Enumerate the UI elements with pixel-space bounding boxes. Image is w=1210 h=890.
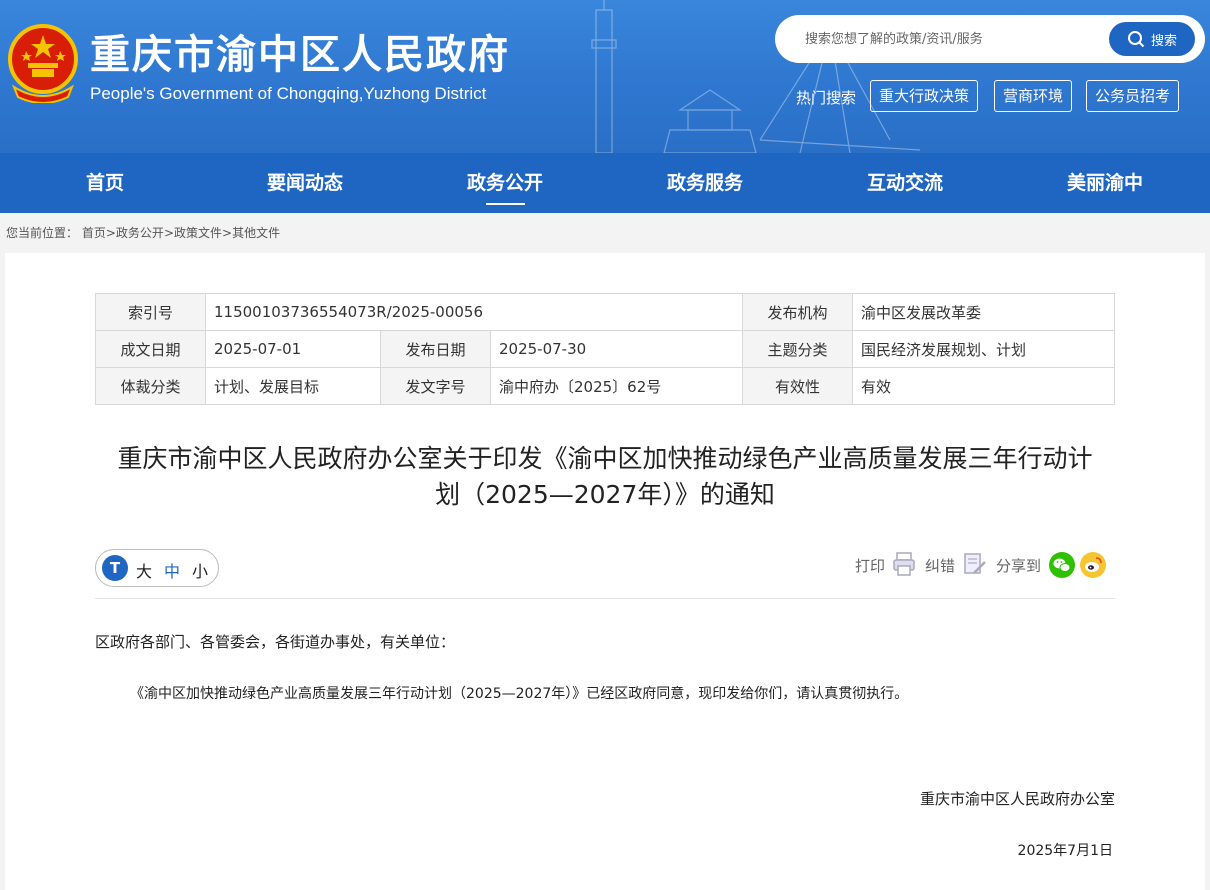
meta-label: 主题分类 [742, 330, 853, 368]
meta-written-date: 2025-07-01 [205, 330, 381, 368]
breadcrumb-separator: > [105, 226, 116, 240]
breadcrumb-home[interactable]: 首页 [82, 226, 106, 240]
correct-button[interactable]: 纠错 [925, 555, 955, 576]
nav-active-indicator [486, 203, 525, 205]
meta-topic: 国民经济发展规划、计划 [852, 330, 1115, 368]
hot-link-business-environment[interactable]: 营商环境 [994, 80, 1073, 112]
table-row: 成文日期 2025-07-01 发布日期 2025-07-30 主题分类 国民经… [95, 330, 1115, 368]
page-title: 重庆市渝中区人民政府办公室关于印发《渝中区加快推动绿色产业高质量发展三年行动计 … [95, 441, 1115, 513]
breadcrumb: 您当前位置： 首页>政务公开>政策文件>其他文件 [0, 213, 1210, 253]
wechat-icon[interactable] [1049, 552, 1075, 578]
meta-label: 发文字号 [380, 367, 491, 405]
print-label: 打印 [855, 557, 886, 575]
font-size-icon: T [102, 555, 128, 581]
search-button[interactable]: 搜索 [1109, 22, 1195, 56]
nav-item-interaction[interactable]: 互动交流 [845, 153, 965, 213]
search-box: 搜索 [775, 15, 1205, 63]
breadcrumb-policy-documents[interactable]: 政策文件 [174, 226, 222, 240]
breadcrumb-separator: > [222, 226, 233, 240]
share-label: 分享到 [996, 557, 1042, 575]
meta-label: 发布日期 [380, 330, 491, 368]
meta-publish-date: 2025-07-30 [490, 330, 743, 368]
table-row: 体裁分类 计划、发展目标 发文字号 渝中府办〔2025〕62号 有效性 有效 [95, 367, 1115, 405]
meta-label: 有效性 [742, 367, 853, 405]
weibo-icon[interactable] [1080, 552, 1106, 578]
site-subtitle: People's Government of Chongqing,Yuzhong… [90, 84, 487, 103]
search-button-label: 搜索 [1150, 33, 1177, 49]
site-title: 重庆市渝中区人民政府 [90, 32, 510, 78]
nav-item-news[interactable]: 要闻动态 [245, 153, 365, 213]
hot-search-label: 热门搜索 [796, 89, 857, 107]
site-header: 重庆市渝中区人民政府 People's Government of Chongq… [0, 0, 1210, 153]
font-medium-button[interactable]: 中 [164, 558, 180, 582]
meta-index-no: 11500103736554073R/2025-00056 [205, 293, 743, 331]
hot-link-major-decisions[interactable]: 重大行政决策 [870, 80, 979, 112]
main-nav: 首页 要闻动态 政务公开 政务服务 互动交流 美丽渝中 [0, 153, 1210, 213]
meta-label: 体裁分类 [95, 367, 206, 405]
nav-item-home[interactable]: 首页 [45, 153, 165, 213]
search-input[interactable] [805, 27, 1095, 51]
document-meta-table: 索引号 11500103736554073R/2025-00056 发布机构 渝… [95, 293, 1115, 405]
breadcrumb-other-documents[interactable]: 其他文件 [232, 226, 280, 240]
hot-link-civil-service-exam[interactable]: 公务员招考 [1086, 80, 1180, 112]
meta-validity: 有效 [852, 367, 1115, 405]
search-icon [1127, 31, 1145, 48]
divider [95, 598, 1115, 599]
meta-publisher: 渝中区发展改革委 [852, 293, 1115, 331]
national-emblem-icon [8, 24, 78, 103]
article-signer: 重庆市渝中区人民政府办公室 [919, 790, 1115, 808]
print-button[interactable]: 打印 [855, 555, 885, 576]
font-large-button[interactable]: 大 [136, 558, 152, 582]
font-small-button[interactable]: 小 [192, 558, 208, 582]
error-report-icon[interactable] [962, 551, 988, 577]
breadcrumb-prefix: 您当前位置： [6, 226, 79, 240]
nav-item-beautiful-yuzhong[interactable]: 美丽渝中 [1045, 153, 1165, 213]
page-title-line2: 划（2025—2027年）》的通知 [435, 480, 775, 509]
printer-icon[interactable] [892, 551, 916, 577]
meta-label: 成文日期 [95, 330, 206, 368]
font-size-switcher: T 大 中 小 [95, 549, 219, 587]
breadcrumb-separator: > [163, 226, 174, 240]
meta-genre: 计划、发展目标 [205, 367, 381, 405]
table-row: 索引号 11500103736554073R/2025-00056 发布机构 渝… [95, 293, 1115, 331]
article-sign-date: 2025年7月1日 [1017, 843, 1113, 859]
article-salutation: 区政府各部门、各管委会，各街道办事处，有关单位： [95, 633, 456, 651]
meta-label: 索引号 [95, 293, 206, 331]
breadcrumb-gov-affairs-open[interactable]: 政务公开 [116, 226, 164, 240]
meta-doc-no: 渝中府办〔2025〕62号 [490, 367, 743, 405]
correct-label: 纠错 [925, 557, 956, 575]
meta-label: 发布机构 [742, 293, 853, 331]
page-title-line1: 重庆市渝中区人民政府办公室关于印发《渝中区加快推动绿色产业高质量发展三年行动计 [117, 444, 1093, 473]
nav-item-gov-services[interactable]: 政务服务 [645, 153, 765, 213]
article-body: 《渝中区加快推动绿色产业高质量发展三年行动计划（2025—2027年）》已经区政… [130, 686, 909, 702]
main-content: 索引号 11500103736554073R/2025-00056 发布机构 渝… [5, 253, 1205, 890]
